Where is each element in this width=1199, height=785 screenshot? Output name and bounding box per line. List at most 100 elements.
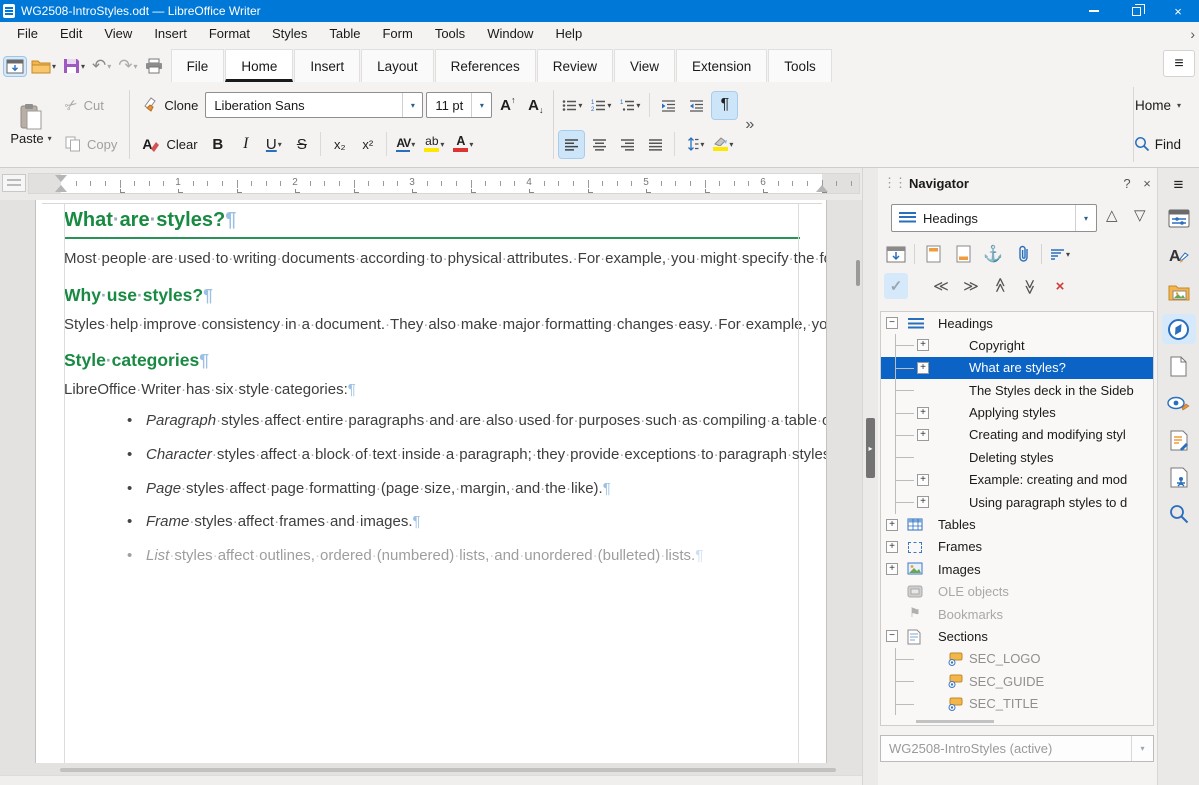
document-selector-combobox[interactable]: WG2508-IntroStyles (active) ▾ <box>880 735 1154 762</box>
align-left-button[interactable] <box>559 131 584 158</box>
align-right-button[interactable] <box>615 131 640 158</box>
tree-item[interactable]: −Sections <box>881 625 1153 647</box>
menu-format[interactable]: Format <box>198 23 261 44</box>
tab-file[interactable]: File <box>171 49 225 82</box>
superscript-button[interactable]: x² <box>355 131 380 158</box>
menu-insert[interactable]: Insert <box>143 23 198 44</box>
expand-icon[interactable]: + <box>917 407 929 419</box>
tree-item[interactable]: OLE objects <box>881 581 1153 603</box>
expand-icon[interactable]: + <box>917 429 929 441</box>
tree-item[interactable]: +Copyright <box>881 334 1153 356</box>
tree-item[interactable]: ⚑Bookmarks <box>881 603 1153 625</box>
promote-level-button[interactable]: ≪ <box>928 273 952 299</box>
sidebar-tab-accessibility-check[interactable] <box>1162 462 1196 492</box>
tree-item[interactable]: SEC_GUIDE <box>881 670 1153 692</box>
tree-item[interactable]: SEC_LOGO <box>881 648 1153 670</box>
navigator-close-button[interactable]: × <box>1137 176 1157 191</box>
paragraph-background-dropdown-icon[interactable]: ▾ <box>729 140 733 149</box>
menu-table[interactable]: Table <box>318 23 371 44</box>
save-dropdown-icon[interactable]: ▾ <box>81 62 85 71</box>
clone-formatting-button[interactable]: Clone <box>135 88 205 122</box>
redo-dropdown-icon[interactable]: ▾ <box>134 62 138 71</box>
tree-item[interactable]: +Frames <box>881 536 1153 558</box>
menu-help[interactable]: Help <box>544 23 593 44</box>
open-button[interactable]: ▾ <box>29 57 58 76</box>
left-indent-marker[interactable] <box>55 185 67 192</box>
justify-button[interactable] <box>643 131 668 158</box>
font-color-dropdown-icon[interactable]: ▾ <box>469 140 473 149</box>
document-selector-dropdown-icon[interactable]: ▾ <box>1131 736 1153 761</box>
spacing-dropdown-icon[interactable]: ▾ <box>411 140 415 149</box>
minimize-button[interactable] <box>1073 0 1115 22</box>
character-spacing-button[interactable]: AV▾ <box>393 131 418 158</box>
font-size-dropdown-icon[interactable]: ▾ <box>471 93 491 117</box>
tree-item[interactable]: −Headings <box>881 312 1153 334</box>
anchor-text-button[interactable]: ⚓ <box>981 241 1005 267</box>
content-view-dropdown-icon[interactable]: ▾ <box>1066 250 1070 259</box>
sidebar-tab-properties[interactable] <box>1162 203 1196 233</box>
paste-dropdown-icon[interactable]: ▾ <box>48 134 52 143</box>
ruler-band[interactable]: 123456 <box>28 173 860 194</box>
tree-item[interactable]: +Applying styles <box>881 402 1153 424</box>
expand-icon[interactable]: + <box>886 541 898 553</box>
menu-file[interactable]: File <box>6 23 49 44</box>
expand-icon[interactable]: + <box>917 339 929 351</box>
demote-chapter-button[interactable]: ≫ <box>1018 273 1042 299</box>
tree-item[interactable]: +Tables <box>881 514 1153 536</box>
font-size-combobox[interactable]: 11 pt ▾ <box>426 92 492 118</box>
right-indent-marker[interactable] <box>816 185 828 192</box>
sidebar-tab-style-inspector[interactable] <box>1162 388 1196 418</box>
bullet-list-button[interactable]: ▾ <box>559 92 585 119</box>
menu-window[interactable]: Window <box>476 23 544 44</box>
sidebar-splitter[interactable]: ▸ <box>862 168 878 785</box>
sidebar-tab-manage-changes[interactable] <box>1162 425 1196 455</box>
save-button[interactable]: ▾ <box>61 56 87 76</box>
tab-tools[interactable]: Tools <box>768 49 832 82</box>
tree-item[interactable]: +Example: creating and mod <box>881 469 1153 491</box>
line-spacing-button[interactable]: ▾ <box>681 131 707 158</box>
tab-home[interactable]: Home <box>225 49 293 82</box>
sidebar-tab-page[interactable] <box>1162 351 1196 381</box>
document-area[interactable]: What·are·styles?¶Most·people·are·used·to… <box>0 200 862 785</box>
tree-item[interactable]: +What are styles? <box>881 357 1153 379</box>
menubar-overflow-chevron[interactable]: › <box>1190 26 1199 42</box>
collapse-icon[interactable]: − <box>886 630 898 642</box>
outline-list-dropdown-icon[interactable]: ▾ <box>636 101 640 110</box>
tree-item[interactable]: +Using paragraph styles to d <box>881 491 1153 513</box>
tree-item[interactable]: SEC_TITLE <box>881 693 1153 715</box>
strikethrough-button[interactable]: S <box>289 131 314 158</box>
vertical-scrollbar-thumb[interactable] <box>856 260 860 286</box>
promote-chapter-button[interactable]: ≫ <box>988 273 1012 299</box>
sidebar-tab-find[interactable] <box>1162 499 1196 529</box>
panel-grip-icon[interactable]: ⋮⋮ <box>883 175 905 191</box>
menu-form[interactable]: Form <box>371 23 423 44</box>
outline-list-button[interactable]: 1 ▾ <box>617 92 643 119</box>
menu-styles[interactable]: Styles <box>261 23 318 44</box>
context-dropdown[interactable]: Home ▾ <box>1134 90 1181 120</box>
notebookbar-menu-button[interactable]: ≡ <box>1163 50 1195 77</box>
collapse-icon[interactable]: − <box>886 317 898 329</box>
decrease-indent-button[interactable] <box>684 92 709 119</box>
previous-item-button[interactable]: △ <box>1106 206 1118 224</box>
close-button[interactable]: × <box>1157 0 1199 22</box>
menu-view[interactable]: View <box>93 23 143 44</box>
bullet-list-dropdown-icon[interactable]: ▾ <box>578 101 582 110</box>
increase-font-size-button[interactable]: A↑ <box>495 92 520 119</box>
tree-item[interactable]: +Creating and modifying styl <box>881 424 1153 446</box>
open-dropdown-icon[interactable]: ▾ <box>52 62 56 71</box>
align-center-button[interactable] <box>587 131 612 158</box>
underline-button[interactable]: U▾ <box>261 131 286 158</box>
undo-button[interactable]: ↶ ▾ <box>90 57 113 75</box>
numbered-list-dropdown-icon[interactable]: ▾ <box>607 101 611 110</box>
italic-button[interactable]: I <box>233 131 258 158</box>
delete-heading-button[interactable]: × <box>1048 273 1072 299</box>
undo-dropdown-icon[interactable]: ▾ <box>107 62 111 71</box>
font-name-dropdown-icon[interactable]: ▾ <box>402 93 422 117</box>
numbered-list-button[interactable]: 12 ▾ <box>588 92 614 119</box>
navigate-by-combobox[interactable]: Headings ▾ <box>891 204 1097 232</box>
tab-insert[interactable]: Insert <box>294 49 360 82</box>
redo-button[interactable]: ↷ ▾ <box>116 57 139 75</box>
navigator-tree[interactable]: −Headings+Copyright+What are styles?The … <box>880 311 1154 726</box>
highlight-dropdown-icon[interactable]: ▾ <box>440 140 444 149</box>
document-page[interactable]: What·are·styles?¶Most·people·are·used·to… <box>35 200 827 763</box>
